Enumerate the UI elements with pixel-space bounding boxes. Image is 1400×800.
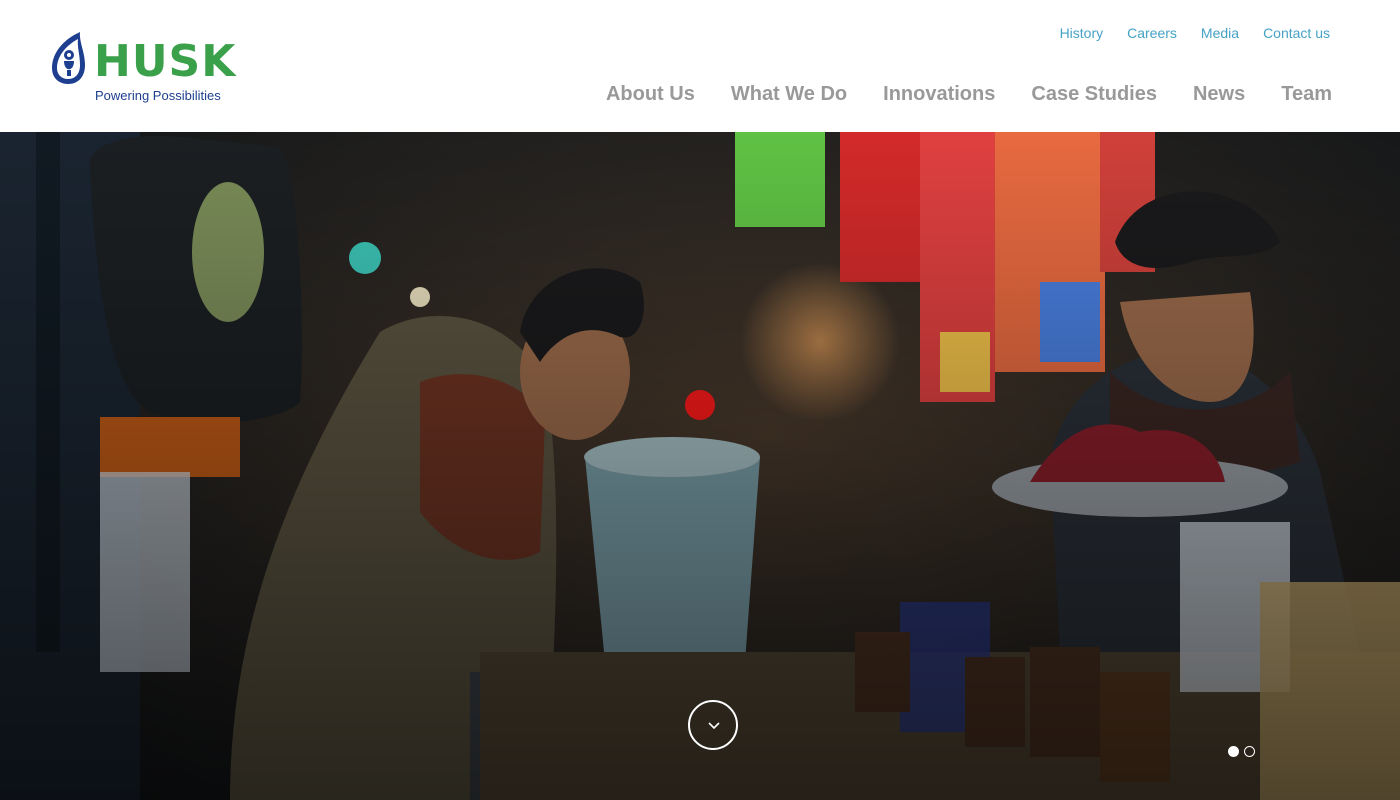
- util-link-media[interactable]: Media: [1201, 24, 1239, 42]
- brand-tagline: Powering Possibilities: [95, 88, 221, 103]
- util-link-history[interactable]: History: [1060, 24, 1104, 42]
- nav-item-what-we-do[interactable]: What We Do: [731, 82, 847, 106]
- nav-item-innovations[interactable]: Innovations: [883, 82, 995, 106]
- utility-nav: History Careers Media Contact us: [1036, 24, 1330, 42]
- nav-item-news[interactable]: News: [1193, 82, 1245, 106]
- hero-slider: [0, 132, 1400, 800]
- util-link-careers[interactable]: Careers: [1127, 24, 1177, 42]
- brand-name: HUSK: [94, 36, 237, 87]
- chevron-down-icon: [708, 722, 720, 730]
- main-nav: About Us What We Do Innovations Case Stu…: [570, 82, 1332, 106]
- slide-dot-1[interactable]: [1228, 746, 1239, 757]
- husk-logo[interactable]: HUSK Powering Possibilities: [48, 30, 278, 106]
- nav-item-about-us[interactable]: About Us: [606, 82, 695, 106]
- slide-dot-2[interactable]: [1244, 746, 1255, 757]
- slider-pagination: [1228, 746, 1260, 757]
- site-header: HUSK Powering Possibilities History Care…: [0, 0, 1400, 132]
- nav-item-case-studies[interactable]: Case Studies: [1031, 82, 1157, 106]
- hero-photo-shopkeepers: [0, 132, 1400, 800]
- leaf-drop-icon: [52, 32, 85, 84]
- nav-item-team[interactable]: Team: [1281, 82, 1332, 106]
- util-link-contact[interactable]: Contact us: [1263, 24, 1330, 42]
- scroll-down-button[interactable]: [688, 700, 738, 750]
